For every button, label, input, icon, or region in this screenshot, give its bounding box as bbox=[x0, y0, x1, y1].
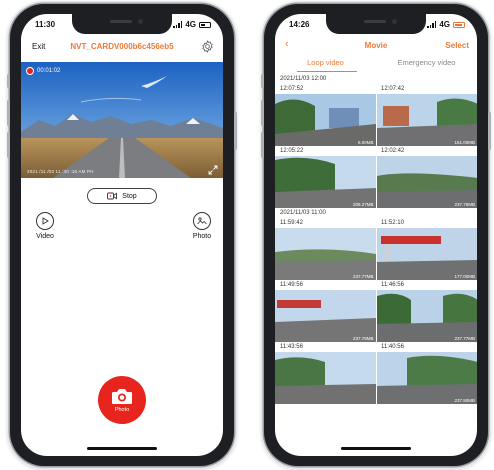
network-type: 4G bbox=[439, 20, 450, 29]
capture-photo-button[interactable]: Photo bbox=[98, 376, 146, 424]
photo-label: Photo bbox=[192, 233, 212, 240]
mute-switch bbox=[7, 74, 10, 88]
live-preview[interactable]: 00:01:02 2021 /11 /03 11 :30 :16 AM PH bbox=[21, 62, 223, 178]
clip-time: 11:46:56 bbox=[381, 282, 404, 288]
stop-label: Stop bbox=[122, 192, 137, 200]
date-group-header: 2021/11/03 12:00 bbox=[280, 76, 327, 82]
volume-up-button bbox=[7, 100, 10, 126]
video-thumbnail[interactable]: 237.77MB bbox=[275, 228, 376, 280]
video-thumbnail[interactable] bbox=[275, 352, 376, 404]
fullscreen-icon[interactable] bbox=[208, 165, 218, 175]
network-type: 4G bbox=[185, 20, 196, 29]
signal-icon bbox=[173, 21, 183, 28]
clip-time: 11:59:42 bbox=[280, 220, 303, 226]
status-time: 14:26 bbox=[289, 20, 310, 29]
tab-loop-video[interactable]: Loop video bbox=[275, 56, 376, 72]
video-thumbnail[interactable]: 161.00MB bbox=[376, 94, 477, 146]
thumbnail-row: 209.27MB 237.78MB bbox=[275, 156, 477, 208]
battery-icon bbox=[199, 21, 211, 28]
video-thumbnail[interactable]: 237.77MB bbox=[376, 290, 477, 342]
signal-icon bbox=[427, 21, 437, 28]
video-thumbnail[interactable]: 237.78MB bbox=[376, 156, 477, 208]
notch bbox=[72, 14, 172, 34]
video-camera-icon bbox=[107, 192, 118, 200]
shutter-label: Photo bbox=[114, 406, 130, 413]
clip-size: 237.77MB bbox=[352, 274, 374, 279]
clip-time: 12:07:42 bbox=[381, 86, 405, 92]
photo-mode-button[interactable]: Photo bbox=[187, 212, 217, 240]
clip-time: 12:05:22 bbox=[280, 148, 304, 154]
status-time: 11:30 bbox=[35, 20, 56, 29]
movie-header: ‹ Movie Select bbox=[275, 36, 477, 54]
active-tab-indicator bbox=[297, 71, 357, 72]
clip-time: 11:49:56 bbox=[280, 282, 303, 288]
clip-time: 11:52:10 bbox=[381, 220, 404, 226]
volume-down-button bbox=[261, 132, 264, 158]
volume-down-button bbox=[7, 132, 10, 158]
home-indicator[interactable] bbox=[341, 447, 411, 450]
video-thumbnail[interactable]: 209.27MB bbox=[275, 156, 376, 208]
notch bbox=[326, 14, 426, 34]
recording-indicator bbox=[26, 67, 34, 75]
clip-time: 11:43:56 bbox=[280, 344, 303, 350]
tab-emergency-video[interactable]: Emergency video bbox=[376, 56, 477, 72]
video-timestamp: 2021 /11 /03 11 :30 :16 AM PH bbox=[27, 169, 94, 174]
video-thumbnail[interactable]: 237.78MB bbox=[275, 290, 376, 342]
gear-icon[interactable] bbox=[201, 40, 214, 53]
device-name: NVT_CARDV000b6c456eb5 bbox=[70, 42, 174, 51]
select-button[interactable]: Select bbox=[445, 41, 469, 50]
power-button bbox=[234, 112, 237, 150]
camera-header: Exit NVT_CARDV000b6c456eb5 bbox=[21, 36, 223, 58]
phone-camera-view: 11:30 4G Exit NVT_CARDV000b6c456eb5 00:0… bbox=[7, 4, 237, 466]
video-thumbnail[interactable]: 177.00MB bbox=[376, 228, 477, 280]
thumbnail-row: 237.78MB 237.77MB bbox=[275, 290, 477, 342]
camera-screen: 11:30 4G Exit NVT_CARDV000b6c456eb5 00:0… bbox=[21, 14, 223, 456]
stop-recording-button[interactable]: Stop bbox=[87, 188, 157, 204]
thumbnail-row: 237.80MB bbox=[275, 352, 477, 404]
video-tabs: Loop video Emergency video bbox=[275, 56, 477, 72]
home-indicator[interactable] bbox=[87, 447, 157, 450]
battery-charging-icon bbox=[453, 21, 465, 28]
video-label: Video bbox=[36, 233, 54, 240]
clip-size: 237.77MB bbox=[454, 336, 475, 341]
movie-screen: 14:26 4G ‹ Movie Select Loop video Emerg… bbox=[275, 14, 477, 456]
video-mode-button[interactable]: Video bbox=[30, 212, 60, 240]
clip-size: 209.27MB bbox=[352, 202, 374, 207]
phone-movie-list: 14:26 4G ‹ Movie Select Loop video Emerg… bbox=[261, 4, 491, 466]
image-icon bbox=[193, 212, 211, 230]
clip-size: 237.78MB bbox=[454, 202, 475, 207]
clip-time: 12:02:42 bbox=[381, 148, 405, 154]
clip-time: 12:07:52 bbox=[280, 86, 304, 92]
clip-size: 177.00MB bbox=[454, 274, 475, 279]
thumbnail-row: 237.77MB 177.00MB bbox=[275, 228, 477, 280]
volume-up-button bbox=[261, 100, 264, 126]
clip-size: 237.80MB bbox=[454, 398, 475, 403]
camera-icon bbox=[111, 388, 133, 405]
clip-size: 237.78MB bbox=[352, 336, 374, 341]
play-icon bbox=[36, 212, 54, 230]
date-group-header: 2021/11/03 11:00 bbox=[280, 210, 326, 216]
mute-switch bbox=[261, 74, 264, 88]
video-thumbnail[interactable]: 6.00MB bbox=[275, 94, 376, 146]
clip-size: 161.00MB bbox=[454, 140, 475, 145]
clip-size: 6.00MB bbox=[357, 140, 374, 145]
clip-time: 11:40:56 bbox=[381, 344, 404, 350]
thumbnail-row: 6.00MB 161.00MB bbox=[275, 94, 477, 146]
recording-timer: 00:01:02 bbox=[37, 68, 61, 74]
video-thumbnail[interactable]: 237.80MB bbox=[376, 352, 477, 404]
video-list: 2021/11/03 12:00 12:07:52 12:07:42 6.00M… bbox=[275, 74, 477, 404]
power-button bbox=[488, 112, 491, 150]
